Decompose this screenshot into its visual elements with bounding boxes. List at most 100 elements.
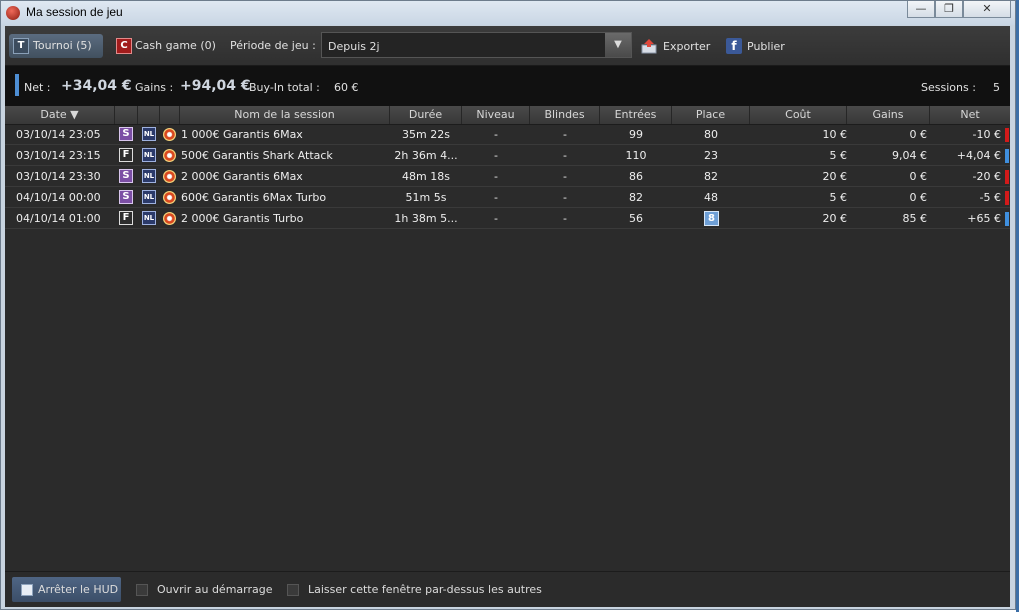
footer-bar: Arrêter le HUD Ouvrir au démarrage Laiss… [5,571,1010,607]
column-header-blinds[interactable]: Blindes [530,106,600,124]
row-gains: 0 € [909,191,928,204]
export-icon [641,39,657,54]
row-gains: 85 € [902,212,928,225]
column-header-place[interactable]: Place [672,106,750,124]
row-place: 82 [704,170,718,183]
export-label: Exporter [663,40,711,53]
poker-chip-icon [163,128,176,141]
minimize-button[interactable]: — [907,1,935,18]
poker-chip-icon [163,149,176,162]
tab-cash-game[interactable]: C Cash game (0) [113,34,223,58]
sessions-label: Sessions : [921,81,976,94]
column-header-gains[interactable]: Gains [847,106,930,124]
row-level: - [494,149,498,162]
row-duration: 1h 38m 5... [394,212,458,225]
net-negative-marker [1005,191,1009,205]
table-header: Date ▼ Nom de la session Durée Niveau Bl… [5,106,1010,125]
column-header-level[interactable]: Niveau [462,106,530,124]
keep-on-top-checkbox[interactable] [287,584,299,596]
stop-hud-button[interactable]: Arrêter le HUD [12,577,121,602]
net-indicator [15,74,19,96]
period-label: Période de jeu : [230,39,316,52]
net-negative-marker [1005,170,1009,184]
column-header-cost[interactable]: Coût [750,106,847,124]
column-header-type [115,106,138,124]
tab-tournoi[interactable]: T Tournoi (5) [9,34,103,58]
column-header-date[interactable]: Date ▼ [5,106,115,124]
row-session-name: 1 000€ Garantis 6Max [181,128,303,141]
row-blinds: - [563,170,567,183]
publish-button[interactable]: f Publier [726,36,796,56]
sit-and-go-badge: S [119,127,133,141]
column-header-entries[interactable]: Entrées [600,106,672,124]
open-at-startup-checkbox[interactable] [136,584,148,596]
row-entries: 110 [625,149,647,162]
stop-hud-checkbox[interactable] [21,584,33,596]
row-place-highlight: 8 [704,211,719,226]
restore-icon: ❐ [944,2,954,15]
row-date: 03/10/14 23:15 [16,149,101,162]
facebook-icon: f [726,38,742,54]
row-duration: 35m 22s [402,128,450,141]
row-blinds: - [563,212,567,225]
close-icon: ✕ [982,2,992,15]
buyin-label: Buy-In total : [249,81,320,94]
row-level: - [494,170,498,183]
tab-tournoi-label: Tournoi (5) [33,39,92,52]
close-button[interactable]: ✕ [963,1,1011,18]
publish-label: Publier [747,40,785,53]
row-duration: 48m 18s [402,170,450,183]
tournoi-icon: T [13,38,29,54]
row-entries: 86 [629,170,643,183]
column-header-net[interactable]: Net [930,106,1010,124]
table-row[interactable]: 03/10/14 23:30 S NL 2 000€ Garantis 6Max… [5,167,1010,187]
row-blinds: - [563,149,567,162]
open-at-startup-label: Ouvrir au démarrage [157,583,273,596]
column-header-name[interactable]: Nom de la session [180,106,390,124]
no-limit-badge: NL [142,148,156,162]
no-limit-badge: NL [142,211,156,225]
sit-and-go-badge: S [119,169,133,183]
row-date: 03/10/14 23:05 [16,128,101,141]
chevron-down-icon[interactable]: ▼ [605,33,631,57]
minimize-icon: — [915,2,927,15]
net-label: Net : [24,81,51,94]
row-entries: 56 [629,212,643,225]
row-session-name: 2 000€ Garantis Turbo [181,212,304,225]
period-value: Depuis 2j [328,40,380,53]
row-level: - [494,212,498,225]
restore-button[interactable]: ❐ [935,1,963,18]
row-gains: 9,04 € [892,149,927,162]
row-date: 03/10/14 23:30 [16,170,101,183]
window-title: Ma session de jeu [26,5,123,19]
table-row[interactable]: 04/10/14 00:00 S NL 600€ Garantis 6Max T… [5,188,1010,208]
row-net: +65 € [967,212,1001,225]
row-place: 80 [704,128,718,141]
row-session-name: 500€ Garantis Shark Attack [181,149,333,162]
row-net: +4,04 € [956,149,1001,162]
title-bar: Ma session de jeu — ❐ ✕ [1,1,1015,25]
row-entries: 99 [629,128,643,141]
column-header-duration[interactable]: Durée [390,106,462,124]
table-row[interactable]: 03/10/14 23:15 F NL 500€ Garantis Shark … [5,146,1010,166]
freeroll-badge: F [119,211,133,225]
row-blinds: - [563,128,567,141]
row-net: -10 € [972,128,1001,141]
stop-hud-label: Arrêter le HUD [38,583,119,596]
poker-chip-icon [163,191,176,204]
table-row[interactable]: 04/10/14 01:00 F NL 2 000€ Garantis Turb… [5,209,1010,229]
poker-chip-icon [163,212,176,225]
row-date: 04/10/14 01:00 [16,212,101,225]
period-select[interactable]: Depuis 2j ▼ [321,32,632,58]
row-cost: 20 € [822,212,848,225]
row-level: - [494,191,498,204]
column-header-limit [138,106,160,124]
row-session-name: 2 000€ Garantis 6Max [181,170,303,183]
tab-cash-game-label: Cash game (0) [135,39,216,52]
buyin-value: 60 € [334,81,359,94]
export-button[interactable]: Exporter [641,36,716,56]
poker-app-icon [6,6,20,20]
no-limit-badge: NL [142,190,156,204]
table-row[interactable]: 03/10/14 23:05 S NL 1 000€ Garantis 6Max… [5,125,1010,145]
row-cost: 5 € [829,149,848,162]
